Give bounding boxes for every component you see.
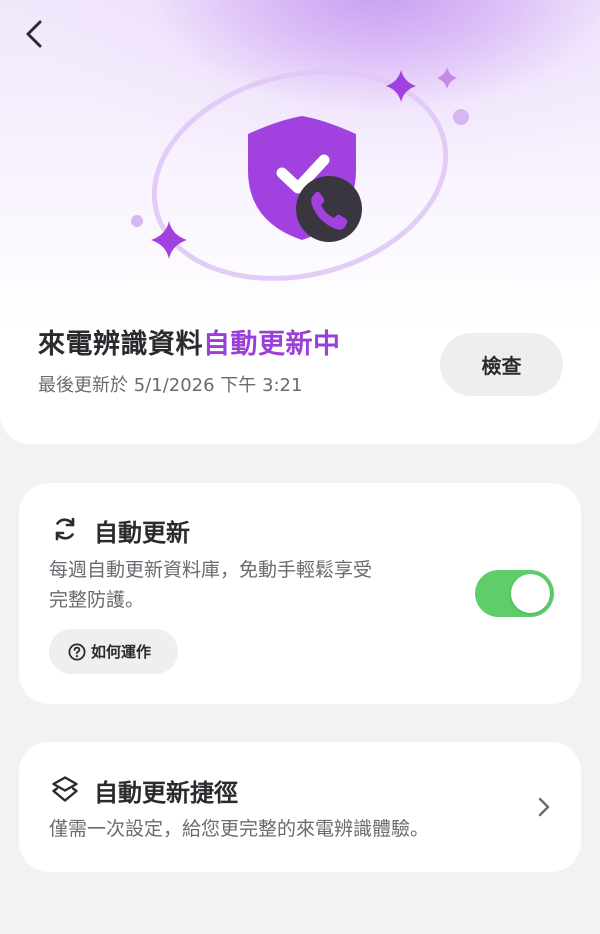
sparkle-dot — [453, 109, 469, 125]
how-it-works-label: 如何運作 — [91, 643, 152, 661]
check-button[interactable]: 檢查 — [440, 333, 563, 396]
shortcuts-icon — [52, 776, 78, 802]
question-circle-icon — [68, 643, 86, 660]
sparkle-icon — [151, 221, 187, 259]
page-title: 來電辨識資料自動更新中 — [38, 322, 341, 361]
how-it-works-button[interactable]: 如何運作 — [49, 629, 178, 674]
back-button[interactable] — [18, 16, 54, 52]
shortcut-title: 自動更新捷徑 — [94, 779, 238, 807]
auto-update-toggle[interactable] — [475, 570, 554, 617]
auto-update-description-line: 每週自動更新資料庫，免動手輕鬆享受 — [49, 559, 373, 581]
toggle-knob — [511, 574, 550, 613]
refresh-icon — [55, 517, 75, 541]
last-updated-text: 最後更新於 5/1/2026 下午 3:21 — [38, 375, 303, 396]
phone-badge — [296, 176, 362, 242]
hero-section: 來電辨識資料自動更新中 最後更新於 5/1/2026 下午 3:21 檢查 — [0, 0, 600, 444]
auto-update-description-line: 完整防護。 — [49, 589, 145, 611]
chevron-left-icon — [26, 20, 42, 48]
sparkle-dot — [131, 215, 143, 227]
sparkle-icon — [437, 67, 457, 89]
chevron-right-icon — [538, 797, 550, 817]
protection-illustration — [131, 67, 469, 281]
title-main: 來電辨識資料 — [38, 329, 203, 360]
shortcut-description: 僅需一次設定，給您更完整的來電辨識體驗。 — [49, 818, 430, 840]
shortcut-card[interactable]: 自動更新捷徑 僅需一次設定，給您更完整的來電辨識體驗。 — [19, 742, 581, 872]
auto-update-title: 自動更新 — [94, 519, 190, 547]
auto-update-description: 每週自動更新資料庫，免動手輕鬆享受 完整防護。 — [49, 555, 372, 615]
title-accent: 自動更新中 — [203, 329, 341, 360]
auto-update-card: 自動更新 每週自動更新資料庫，免動手輕鬆享受 完整防護。 如何運作 — [19, 483, 581, 704]
